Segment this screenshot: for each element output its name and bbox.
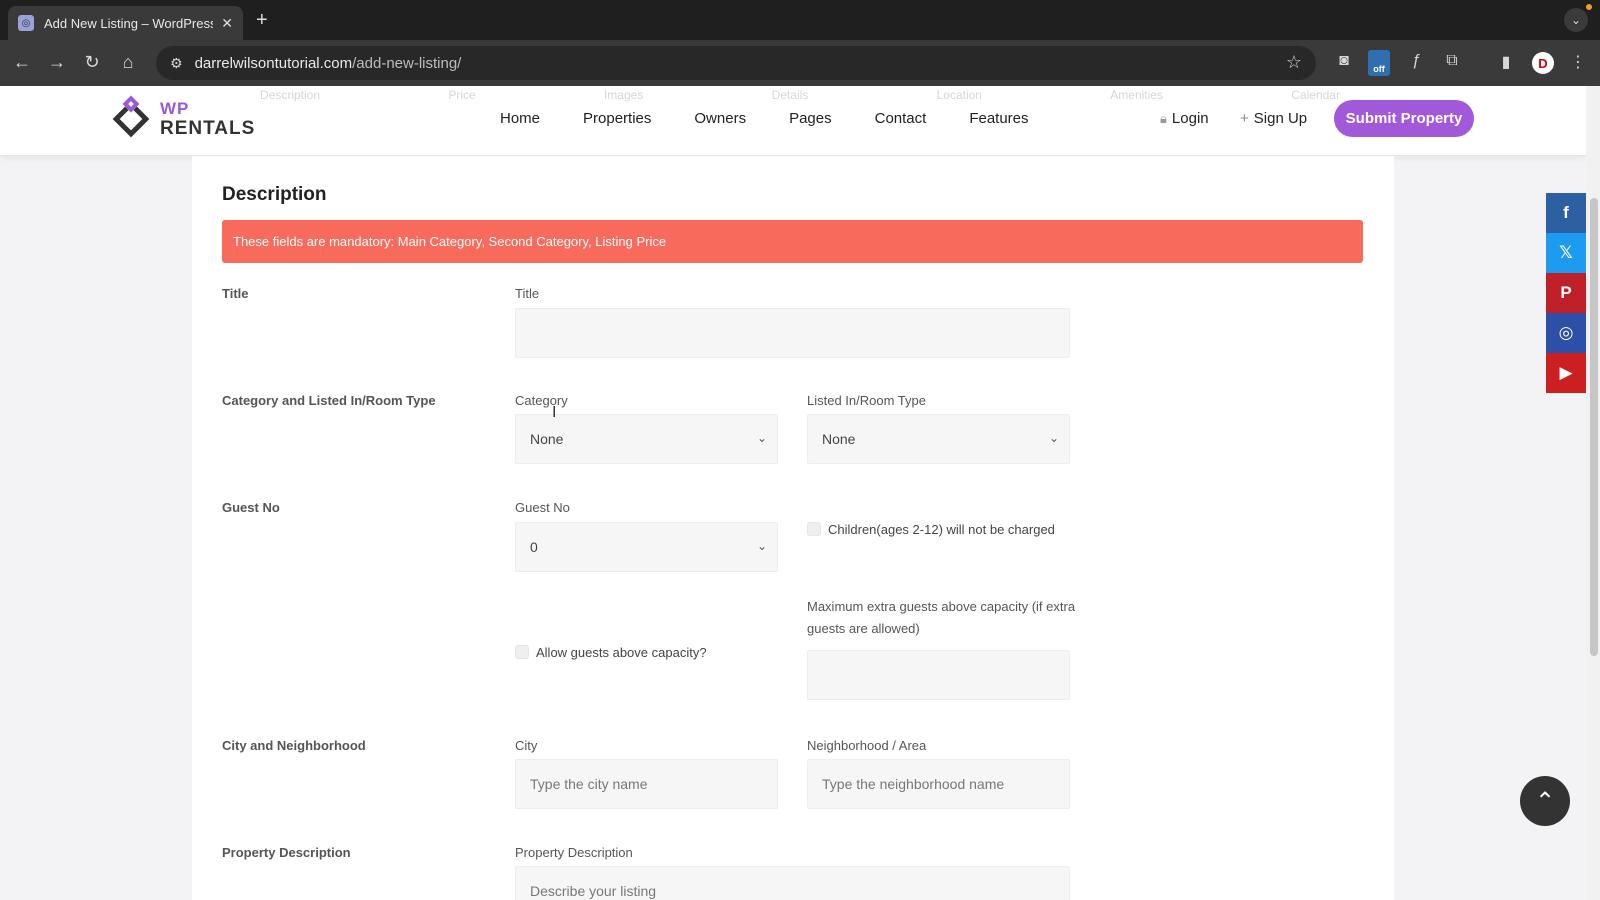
- description-textarea[interactable]: Describe your listing: [515, 866, 1070, 900]
- nav-features[interactable]: Features: [969, 110, 1028, 127]
- guest-label: Guest No: [515, 500, 570, 515]
- row-label-guest: Guest No: [222, 500, 280, 515]
- listing-form-card: Description These fields are mandatory: …: [192, 156, 1394, 900]
- row-label-category: Category and Listed In/Room Type: [222, 393, 436, 408]
- close-tab-icon[interactable]: ✕: [221, 15, 233, 32]
- notification-dot: [1586, 4, 1592, 10]
- max-extra-guests-label: Maximum extra guests above capacity (if …: [807, 599, 1076, 636]
- logo-mark-icon: [110, 95, 152, 140]
- ghost-step: Calendar: [1291, 88, 1340, 102]
- nav-owners[interactable]: Owners: [694, 110, 746, 127]
- tab-title: Add New Listing – WordPress: [44, 15, 214, 31]
- youtube-icon[interactable]: ▶: [1546, 353, 1586, 393]
- x-icon[interactable]: 𝕏: [1546, 233, 1586, 273]
- max-extra-guests-input[interactable]: [807, 650, 1070, 700]
- title-label: Title: [515, 286, 540, 301]
- chevron-down-icon: ⌄: [756, 431, 767, 445]
- browser-toolbar: ← → ↻ ⌂ ⚙ darrelwilsontutorial.com/add-n…: [0, 40, 1600, 86]
- nav-contact[interactable]: Contact: [875, 110, 927, 127]
- url-text: darrelwilsontutorial.com/add-new-listing…: [194, 54, 462, 72]
- city-input[interactable]: Type the city name: [515, 759, 778, 809]
- social-share-bar: f 𝕏 P ◎ ▶: [1546, 193, 1586, 393]
- formula-extension-icon[interactable]: ƒ: [1404, 52, 1428, 70]
- scrollbar-thumb[interactable]: [1590, 198, 1598, 656]
- pinterest-icon[interactable]: P: [1546, 273, 1586, 313]
- main-navigation: Home Properties Owners Pages Contact Fea…: [500, 110, 1072, 127]
- ghost-step: Amenities: [1110, 88, 1163, 102]
- nav-home[interactable]: Home: [500, 110, 540, 127]
- ghost-step: Details: [771, 88, 809, 102]
- lock-icon: 🔒︎: [1160, 111, 1167, 126]
- description-label: Property Description: [515, 845, 633, 860]
- room-type-label: Listed In/Room Type: [807, 393, 926, 408]
- plus-icon: +: [1240, 110, 1249, 127]
- logo-wp-text: WP: [160, 99, 190, 118]
- reload-icon[interactable]: ↻: [80, 52, 104, 73]
- extension-off-icon[interactable]: off: [1368, 50, 1390, 76]
- row-label-city: City and Neighborhood: [222, 738, 366, 753]
- profile-avatar[interactable]: D: [1532, 52, 1554, 74]
- scroll-to-top-chevron-up-icon[interactable]: ⌃: [1520, 776, 1570, 826]
- logo-rentals-text: RENTALS: [160, 118, 256, 139]
- signup-link[interactable]: + Sign Up: [1240, 110, 1307, 127]
- browser-menu-icon[interactable]: ⋮: [1566, 52, 1590, 72]
- row-label-title: Title: [222, 286, 249, 301]
- ghost-step: Location: [936, 88, 982, 102]
- instagram-icon[interactable]: ◎: [1546, 313, 1586, 353]
- camera-extension-icon[interactable]: ◙: [1332, 52, 1356, 70]
- row-label-description: Property Description: [222, 845, 351, 860]
- nav-properties[interactable]: Properties: [583, 110, 651, 127]
- wordpress-favicon-icon: ◎: [18, 15, 34, 31]
- ghost-step: Images: [603, 88, 644, 102]
- neighborhood-input[interactable]: Type the neighborhood name: [807, 759, 1070, 809]
- chevron-down-icon: ⌄: [1048, 431, 1059, 445]
- allow-above-capacity-checkbox[interactable]: [515, 645, 529, 659]
- home-icon[interactable]: ⌂: [116, 52, 140, 73]
- forward-arrow-icon[interactable]: →: [45, 52, 69, 73]
- tab-search-chevron-icon[interactable]: ⌄: [1564, 8, 1588, 32]
- section-title: Description: [222, 184, 327, 205]
- nav-pages[interactable]: Pages: [789, 110, 832, 127]
- children-checkbox[interactable]: [807, 522, 821, 536]
- new-tab-icon[interactable]: +: [256, 9, 268, 32]
- site-settings-icon[interactable]: ⚙: [170, 55, 183, 72]
- ghost-step: Price: [448, 88, 476, 102]
- text-cursor-icon: I: [552, 404, 557, 421]
- allow-above-capacity-label: Allow guests above capacity?: [536, 645, 707, 660]
- bookmark-star-icon[interactable]: ☆: [1286, 52, 1302, 73]
- site-header: Description Price Images Details Locatio…: [0, 86, 1586, 156]
- ghost-step-tabs: Description Price Images Details Locatio…: [260, 88, 1340, 102]
- guest-no-value: 0: [530, 539, 538, 555]
- mandatory-fields-alert: These fields are mandatory: Main Categor…: [222, 220, 1363, 263]
- login-link[interactable]: 🔒︎ Login: [1160, 110, 1209, 127]
- back-arrow-icon[interactable]: ←: [10, 52, 34, 73]
- site-logo[interactable]: WP RENTALS: [110, 95, 256, 140]
- neighborhood-label: Neighborhood / Area: [807, 738, 927, 753]
- room-type-select[interactable]: None ⌄: [807, 414, 1070, 464]
- guest-no-select[interactable]: 0 ⌄: [515, 522, 778, 572]
- browser-tab[interactable]: ◎ Add New Listing – WordPress ✕: [8, 6, 243, 40]
- category-label: Category: [515, 393, 568, 408]
- facebook-icon[interactable]: f: [1546, 193, 1586, 233]
- category-value: None: [530, 431, 564, 447]
- address-bar[interactable]: ⚙ darrelwilsontutorial.com/add-new-listi…: [156, 46, 1316, 80]
- puzzle-extensions-icon[interactable]: ⧉: [1440, 52, 1464, 70]
- city-label: City: [515, 738, 538, 753]
- title-input[interactable]: [515, 308, 1070, 358]
- side-panel-icon[interactable]: ▮: [1494, 52, 1518, 72]
- chevron-down-icon: ⌄: [756, 539, 767, 553]
- submit-property-button[interactable]: Submit Property: [1334, 100, 1474, 137]
- room-type-value: None: [822, 431, 856, 447]
- children-checkbox-label: Children(ages 2-12) will not be charged: [828, 522, 1055, 537]
- browser-tab-bar: ◎ Add New Listing – WordPress ✕ + ⌄: [0, 0, 1600, 40]
- ghost-step: Description: [260, 88, 321, 102]
- page-viewport: Description Price Images Details Locatio…: [0, 86, 1600, 900]
